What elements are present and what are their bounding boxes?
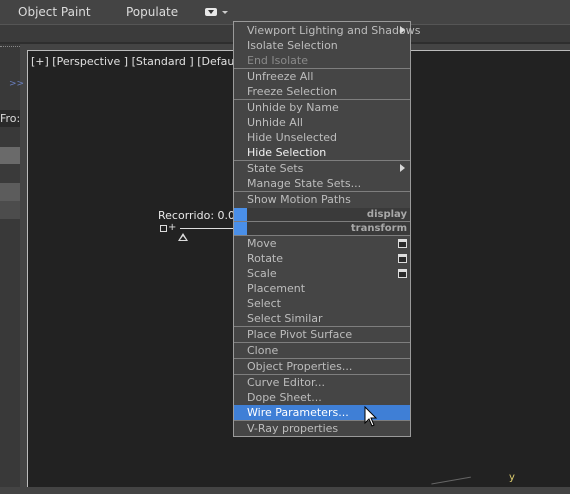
menu-item-scale[interactable]: Scale bbox=[234, 266, 410, 281]
menu-item-move[interactable]: Move bbox=[234, 236, 410, 251]
menu-item-curve-editor[interactable]: Curve Editor... bbox=[234, 375, 410, 390]
menu-item-label: Rotate bbox=[247, 252, 284, 265]
menu-separator bbox=[234, 326, 410, 327]
menu-item-label: Object Properties... bbox=[247, 360, 353, 373]
menu-item-label: State Sets bbox=[247, 162, 304, 175]
dropdown-icon[interactable] bbox=[205, 8, 217, 16]
options-box-icon[interactable] bbox=[398, 254, 407, 263]
menu-separator bbox=[234, 374, 410, 375]
menu-item-place-pivot-surface[interactable]: Place Pivot Surface bbox=[234, 327, 410, 342]
menu-item-rotate[interactable]: Rotate bbox=[234, 251, 410, 266]
quad-header-display: display bbox=[234, 208, 410, 221]
recorrido-label: Recorrido: 0.0 bbox=[158, 209, 236, 222]
menu-item-select-similar[interactable]: Select Similar bbox=[234, 311, 410, 326]
viewport-label[interactable]: [+] [Perspective ] [Standard ] [Default … bbox=[31, 55, 259, 68]
quad-marker bbox=[234, 208, 247, 221]
submenu-arrow-icon bbox=[400, 164, 405, 172]
menu-item-unfreeze-all[interactable]: Unfreeze All bbox=[234, 69, 410, 84]
menu-item-label: Isolate Selection bbox=[247, 39, 338, 52]
menu-item-label: Scale bbox=[247, 267, 277, 280]
menu-item-label: Clone bbox=[247, 344, 279, 357]
menu-item-label: End Isolate bbox=[247, 54, 308, 67]
menu-item-viewport-lighting[interactable]: Viewport Lighting and Shadows bbox=[234, 23, 420, 38]
menu-separator bbox=[234, 191, 410, 192]
expand-arrows-icon[interactable]: >> bbox=[9, 79, 24, 89]
list-item[interactable] bbox=[0, 164, 20, 183]
menu-item-label: Move bbox=[247, 237, 277, 250]
menu-item-unhide-by-name[interactable]: Unhide by Name bbox=[234, 100, 410, 115]
menu-item-label: Curve Editor... bbox=[247, 376, 325, 389]
menu-item-label: Wire Parameters... bbox=[247, 406, 349, 419]
quad-marker bbox=[234, 222, 247, 235]
menu-item-clone[interactable]: Clone bbox=[234, 343, 410, 358]
menu-item-label: Freeze Selection bbox=[247, 85, 338, 98]
menu-item-freeze-selection[interactable]: Freeze Selection bbox=[234, 84, 410, 99]
menu-item-show-motion-paths[interactable]: Show Motion Paths bbox=[234, 192, 410, 207]
menu-item-manage-state-sets[interactable]: Manage State Sets... bbox=[234, 176, 410, 191]
menu-separator bbox=[234, 68, 410, 69]
menu-item-label: Select Similar bbox=[247, 312, 323, 325]
quad-label: display bbox=[366, 209, 407, 220]
triangle-inner bbox=[180, 236, 186, 240]
menu-separator bbox=[234, 420, 410, 421]
menu-separator bbox=[234, 235, 410, 236]
menu-item-label: V-Ray properties bbox=[247, 422, 339, 435]
menu-item-isolate-selection[interactable]: Isolate Selection bbox=[234, 38, 410, 53]
helper-box-icon bbox=[160, 225, 167, 232]
menu-item-object-properties[interactable]: Object Properties... bbox=[234, 359, 410, 374]
quad-header-transform: transform bbox=[234, 222, 410, 235]
list-item[interactable] bbox=[0, 183, 20, 201]
left-panel-label: Fro: bbox=[0, 110, 20, 127]
menu-separator bbox=[234, 160, 410, 161]
menu-item-label: Show Motion Paths bbox=[247, 193, 351, 206]
menu-item-label: Unhide by Name bbox=[247, 101, 339, 114]
menu-item-select[interactable]: Select bbox=[234, 296, 410, 311]
axis-y-label: y bbox=[509, 472, 515, 483]
menu-item-label: Manage State Sets... bbox=[247, 177, 362, 190]
menu-item-label: Unhide All bbox=[247, 116, 303, 129]
list-item[interactable] bbox=[0, 201, 20, 219]
menu-item-hide-unselected[interactable]: Hide Unselected bbox=[234, 130, 410, 145]
chevron-down-icon[interactable] bbox=[222, 11, 228, 14]
menu-item-vray-properties[interactable]: V-Ray properties bbox=[234, 421, 410, 436]
options-box-icon[interactable] bbox=[398, 239, 407, 248]
tab-object-paint[interactable]: Object Paint bbox=[18, 5, 91, 19]
menu-separator bbox=[234, 358, 410, 359]
menu-item-label: Placement bbox=[247, 282, 306, 295]
menu-item-end-isolate[interactable]: End Isolate bbox=[234, 53, 410, 68]
menu-item-label: Select bbox=[247, 297, 281, 310]
options-box-icon[interactable] bbox=[398, 269, 407, 278]
tab-populate[interactable]: Populate bbox=[126, 5, 178, 19]
menu-item-wire-parameters[interactable]: Wire Parameters... bbox=[234, 405, 410, 420]
menu-separator bbox=[234, 99, 410, 100]
list-item[interactable] bbox=[0, 147, 20, 164]
menu-item-state-sets[interactable]: State Sets bbox=[234, 161, 410, 176]
menu-item-unhide-all[interactable]: Unhide All bbox=[234, 115, 410, 130]
menu-item-label: Dope Sheet... bbox=[247, 391, 322, 404]
panel-grip[interactable] bbox=[0, 46, 20, 53]
menu-item-dope-sheet[interactable]: Dope Sheet... bbox=[234, 390, 410, 405]
menu-item-hide-selection[interactable]: Hide Selection bbox=[234, 145, 410, 160]
menu-separator bbox=[234, 342, 410, 343]
menu-item-label: Unfreeze All bbox=[247, 70, 314, 83]
mouse-cursor-icon bbox=[364, 406, 378, 427]
quad-label: transform bbox=[350, 223, 407, 234]
submenu-arrow-icon bbox=[400, 26, 405, 34]
menu-item-label: Place Pivot Surface bbox=[247, 328, 353, 341]
menu-item-label: Hide Unselected bbox=[247, 131, 338, 144]
menu-item-label: Viewport Lighting and Shadows bbox=[247, 24, 421, 37]
menu-item-label: Hide Selection bbox=[247, 146, 327, 159]
path-line bbox=[180, 228, 234, 229]
plus-icon: + bbox=[168, 222, 177, 233]
menu-item-placement[interactable]: Placement bbox=[234, 281, 410, 296]
